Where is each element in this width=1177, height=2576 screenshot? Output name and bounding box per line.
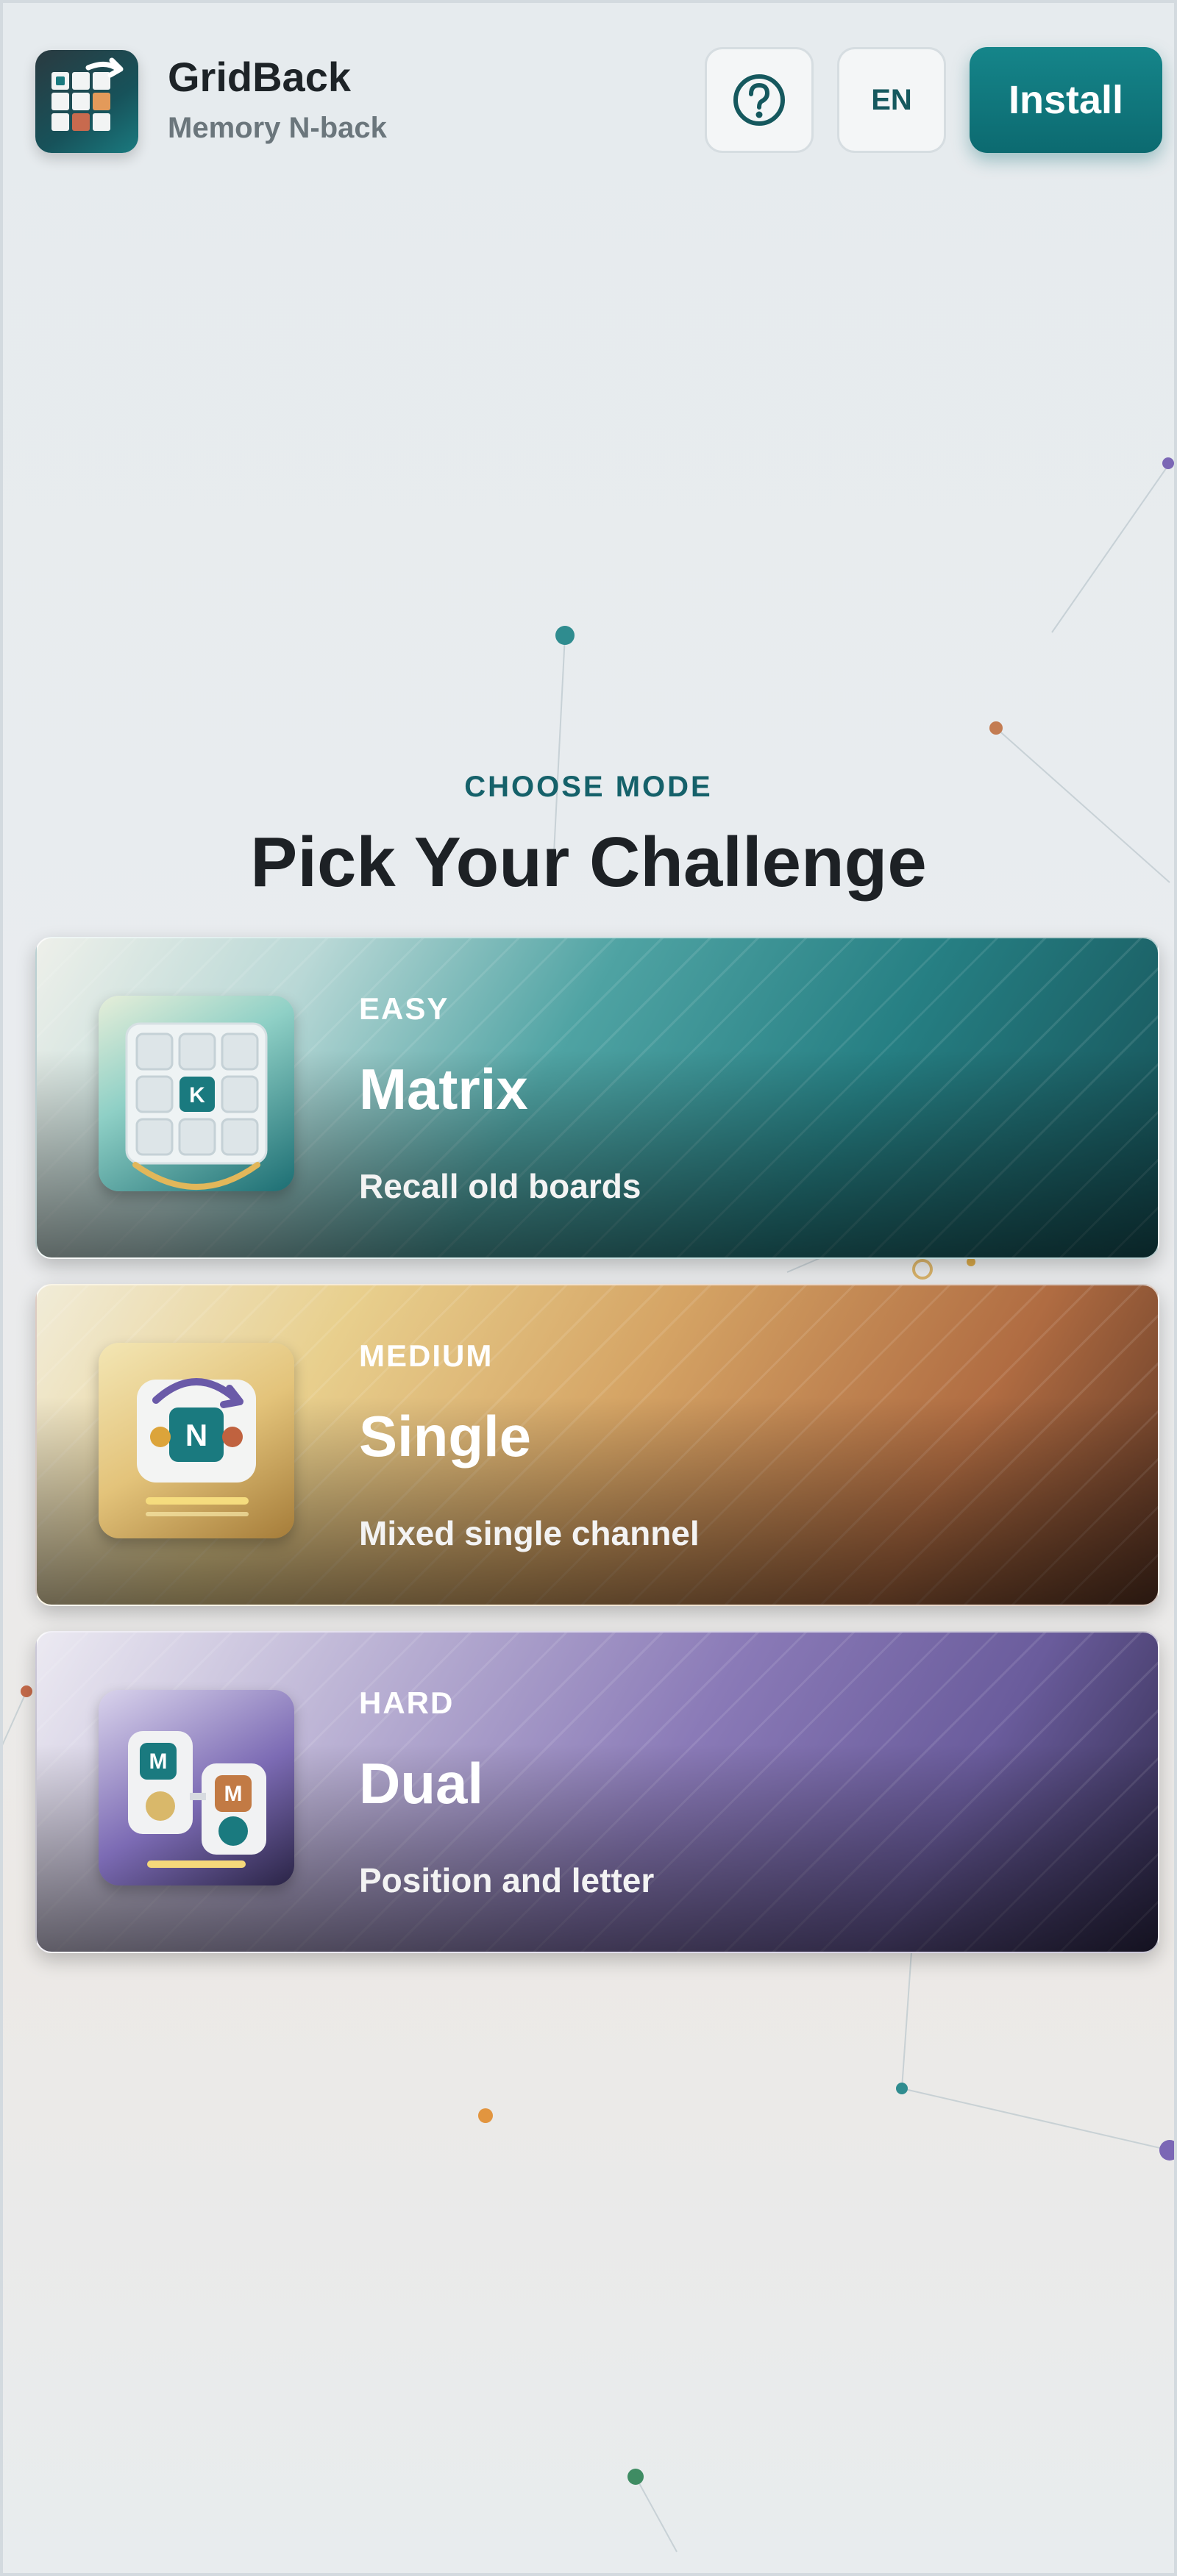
dual-channel-icon: M M bbox=[99, 1690, 294, 1885]
card-title: Matrix bbox=[359, 1057, 528, 1121]
card-level: EASY bbox=[359, 991, 449, 1026]
svg-text:N: N bbox=[185, 1418, 207, 1452]
app-header: GridBack Memory N-back EN Install bbox=[35, 47, 1162, 157]
card-title: Dual bbox=[359, 1751, 484, 1816]
svg-text:K: K bbox=[189, 1083, 205, 1107]
mode-card-single[interactable]: N MEDIUM Single Mixed single channel bbox=[35, 1284, 1159, 1606]
app-subtitle: Memory N-back bbox=[168, 112, 387, 144]
page-title: Pick Your Challenge bbox=[250, 823, 927, 902]
language-button[interactable]: EN bbox=[837, 47, 946, 153]
card-description: Position and letter bbox=[359, 1861, 655, 1899]
app-logo-icon bbox=[35, 50, 138, 153]
card-description: Recall old boards bbox=[359, 1167, 641, 1205]
single-channel-icon: N bbox=[99, 1343, 294, 1538]
card-description: Mixed single channel bbox=[359, 1514, 700, 1552]
card-level: HARD bbox=[359, 1685, 455, 1720]
card-level: MEDIUM bbox=[359, 1338, 494, 1373]
question-circle-icon bbox=[733, 74, 785, 126]
app-name: GridBack bbox=[168, 54, 351, 100]
mode-card-matrix[interactable]: K EASY Matrix Recall old boards bbox=[35, 937, 1159, 1259]
mode-card-dual[interactable]: M M HARD Dual Position and letter bbox=[35, 1631, 1159, 1953]
svg-text:M: M bbox=[224, 1782, 243, 1806]
help-button[interactable] bbox=[705, 47, 814, 153]
section-eyebrow: CHOOSE MODE bbox=[464, 771, 713, 803]
install-button[interactable]: Install bbox=[970, 47, 1162, 153]
card-title: Single bbox=[359, 1404, 532, 1469]
matrix-grid-icon: K bbox=[99, 996, 294, 1191]
svg-text:M: M bbox=[149, 1749, 168, 1774]
